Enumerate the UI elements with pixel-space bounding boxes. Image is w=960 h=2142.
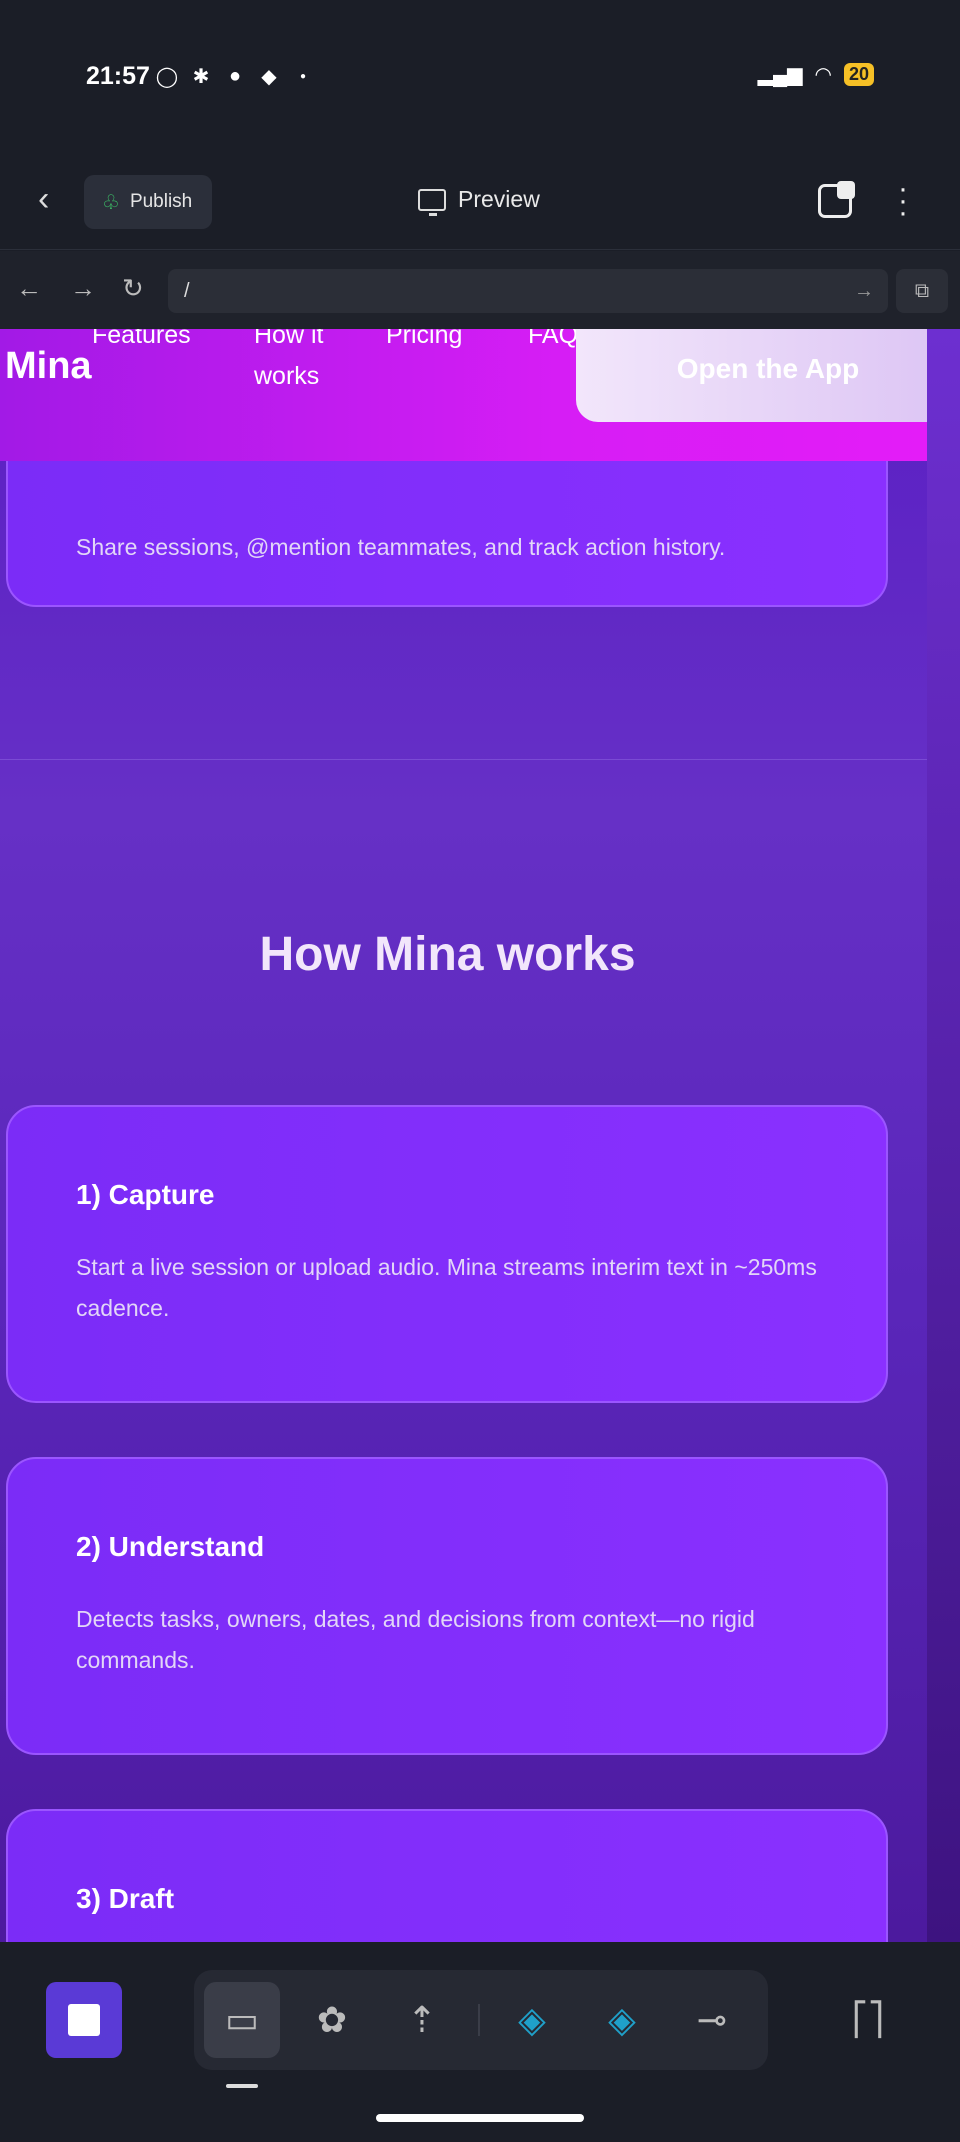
feature-card-text: Share sessions, @mention teammates, and …	[76, 534, 726, 560]
python-icon[interactable]: ◈	[584, 1982, 660, 2058]
chat-icon: ●	[228, 64, 242, 87]
dot-icon: ●	[299, 70, 307, 82]
step-title: 1) Capture	[76, 1179, 215, 1210]
site-logo[interactable]: Mina	[5, 345, 92, 388]
open-app-button[interactable]: Open the App	[576, 329, 927, 422]
monitor-icon	[418, 188, 446, 216]
back-icon[interactable]: ‹	[38, 182, 68, 216]
slack-icon: ✱	[192, 65, 210, 88]
browser-forward-icon[interactable]: →	[70, 273, 96, 304]
whatsapp-icon: ◯	[155, 65, 179, 88]
publish-icon: ♧	[102, 191, 120, 214]
tabs-icon[interactable]	[818, 181, 855, 218]
open-external-icon[interactable]: ⧉	[896, 269, 948, 313]
snapchat-icon: ◆	[261, 65, 277, 88]
panel-toggle-icon[interactable]: ⎡⎤	[852, 2000, 884, 2038]
nav-link-how-it-works[interactable]: How it works	[254, 329, 334, 397]
reload-icon[interactable]: ↻	[122, 273, 144, 304]
go-arrow-icon[interactable]: →	[854, 269, 874, 313]
step-title: 3) Draft	[76, 1883, 175, 1914]
step-text: Start a live session or upload audio. Mi…	[76, 1254, 817, 1321]
publish-button[interactable]: ♧ Publish	[84, 175, 212, 229]
section-divider	[0, 759, 927, 760]
scroll-rail[interactable]	[927, 329, 960, 1942]
nav-link-pricing[interactable]: Pricing	[386, 329, 462, 356]
workflow-icon[interactable]: ⊸	[674, 1982, 750, 2058]
url-input[interactable]: / →	[168, 269, 888, 313]
step-title: 2) Understand	[76, 1531, 265, 1562]
tool-bar: ▭ ✿ ⇡ ◈ ◈ ⊸	[194, 1970, 768, 2070]
publish-label: Publish	[129, 191, 193, 212]
apps-icon[interactable]: ✿	[294, 1982, 370, 2058]
step-card-understand: 2) Understand Detects tasks, owners, dat…	[6, 1457, 888, 1755]
wifi-icon: ◠	[814, 64, 832, 86]
browser-back-icon[interactable]: ←	[16, 273, 42, 304]
signal-icon: ▂▄▆	[757, 64, 803, 86]
battery-indicator: 20	[843, 63, 874, 86]
preview-button[interactable]: Preview	[418, 186, 540, 216]
more-options-icon[interactable]: · · ·	[898, 174, 908, 228]
browser-bar: ← → ↻ / → ⧉	[0, 251, 960, 329]
status-bar: 21:57 ◯ ✱ ● ◆ ● ▂▄▆ ◠ 20	[0, 0, 960, 150]
nav-link-faq[interactable]: FAQ	[528, 329, 578, 356]
app-toolbar: ‹ ♧ Publish Preview · · ·	[0, 150, 960, 250]
deploy-icon[interactable]: ⇡	[384, 1982, 460, 2058]
url-text: /	[184, 280, 190, 302]
nav-link-features[interactable]: Features	[92, 329, 191, 356]
step-text: Detects tasks, owners, dates, and decisi…	[76, 1606, 755, 1673]
python-icon[interactable]: ◈	[494, 1982, 570, 2058]
step-card-capture: 1) Capture Start a live session or uploa…	[6, 1105, 888, 1403]
desktop-icon[interactable]: ▭	[204, 1982, 280, 2058]
home-indicator[interactable]	[376, 2114, 584, 2122]
stop-button[interactable]	[46, 1982, 122, 2058]
preview-label: Preview	[458, 186, 540, 212]
step-card-draft: 3) Draft	[6, 1809, 888, 1942]
system-icons: ▂▄▆ ◠ 20	[758, 62, 874, 87]
preview-viewport: Share sessions, @mention teammates, and …	[0, 329, 927, 1942]
section-title: How Mina works	[259, 928, 636, 981]
notification-icons: ◯ ✱ ● ◆ ●	[155, 64, 315, 88]
active-tool-indicator	[226, 2084, 258, 2088]
clock: 21:57	[86, 62, 150, 90]
bottom-dock: ▭ ✿ ⇡ ◈ ◈ ⊸ ⎡⎤	[0, 1942, 960, 2142]
tool-separator	[478, 2004, 480, 2036]
